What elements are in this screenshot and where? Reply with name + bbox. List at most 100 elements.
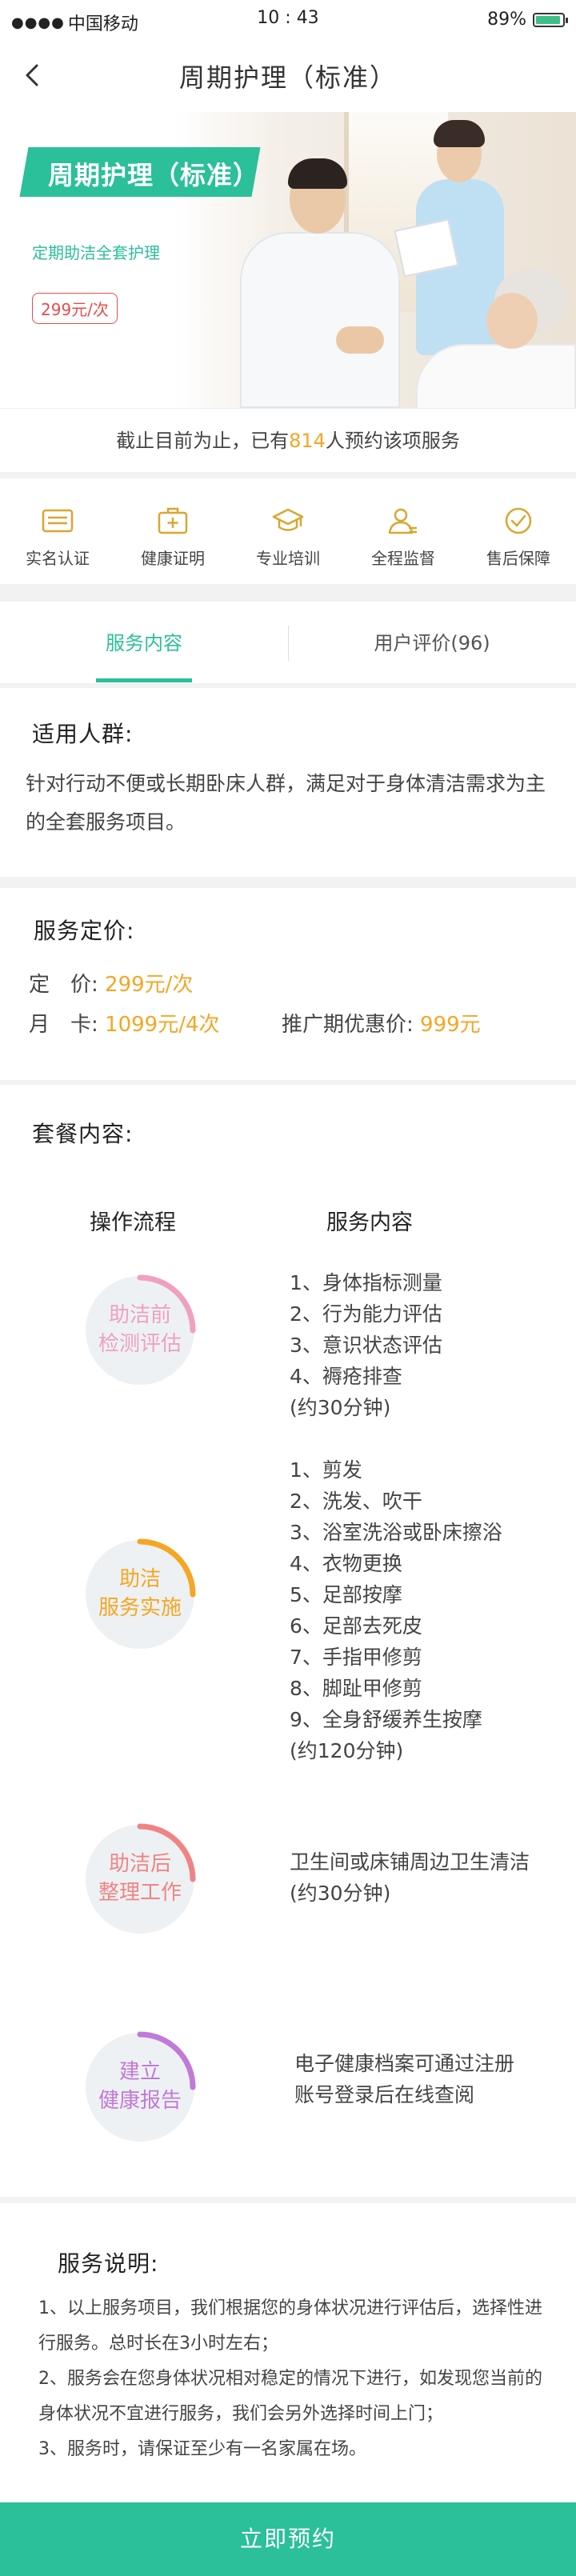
suitable-body: 针对行动不便或长期卧床人群，满足对于身体清洁需求为主的全套服务项目。 xyxy=(26,772,546,834)
suitable-title: 适用人群: xyxy=(32,721,134,747)
graduation-cap-icon xyxy=(272,508,304,531)
step-label-line1: 助洁前 xyxy=(108,1303,171,1327)
count-number: 814 xyxy=(289,430,326,452)
step-item: 2、洗发、吹干 xyxy=(290,1490,422,1513)
page-title: 周期护理（标准） xyxy=(178,62,397,93)
check-circle-icon xyxy=(505,507,532,534)
hero-price-badge: 299元/次 xyxy=(32,293,118,324)
feature-training: 专业培训 xyxy=(230,478,346,584)
explanation-title: 服务说明: xyxy=(58,2250,159,2277)
step-item: 账号登录后在线查阅 xyxy=(294,2083,475,2106)
step-label-line1: 建立 xyxy=(118,2060,161,2084)
book-now-button[interactable]: 立即预约 xyxy=(0,2502,576,2576)
hero-photo-patient xyxy=(416,344,576,408)
step-item: 1、剪发 xyxy=(290,1458,362,1482)
step-item: 3、浴室洗浴或卧床擦浴 xyxy=(290,1521,502,1544)
price-promo-label: 推广期优惠价: xyxy=(282,1013,414,1037)
hero-photo-nurse-hair xyxy=(434,120,485,147)
price-fixed: 定 价: 299元/次 xyxy=(29,968,193,998)
step-item: 5、足部按摩 xyxy=(290,1583,402,1606)
content-column-header: 服务内容 xyxy=(326,1210,413,1235)
step-label: 建立 健康报告 xyxy=(80,2058,200,2115)
feature-label: 实名认证 xyxy=(26,549,90,568)
battery-percent: 89% xyxy=(487,10,526,30)
hero-subtitle: 定期助洁全套护理 xyxy=(32,243,160,262)
price-promo: 推广期优惠价: 999元 xyxy=(282,1008,481,1038)
step-label-line2: 整理工作 xyxy=(98,1881,182,1905)
step-item: 卫生间或床铺周边卫生清洁 xyxy=(290,1850,530,1874)
step-label-line1: 助洁 xyxy=(118,1567,161,1591)
hero-photo-doctor xyxy=(240,232,400,408)
explanation-section: 服务说明: 1、以上服务项目，我们根据您的身体状况进行评估后，选择性进行服务。总… xyxy=(0,2203,576,2504)
step-label: 助洁 服务实施 xyxy=(80,1565,200,1622)
price-fixed-label: 定 价: xyxy=(29,973,98,997)
step-label: 助洁后 整理工作 xyxy=(80,1850,200,1907)
step-label-line2: 服务实施 xyxy=(98,1596,182,1620)
nav-bar: 周期护理（标准） xyxy=(0,40,576,112)
step-items: 1、身体指标测量 2、行为能力评估 3、意识状态评估 4、褥疮排查 (约30分钟… xyxy=(290,1267,442,1423)
package-section: 套餐内容: 操作流程 服务内容 助洁前 检测评估 1、身体指标测量 2、行为能力… xyxy=(0,1085,576,2197)
feature-label: 售后保障 xyxy=(486,549,550,568)
step-items: 电子健康档案可通过注册 账号登录后在线查阅 xyxy=(294,2048,514,2110)
user-supervise-icon xyxy=(388,508,417,534)
step-label-line2: 检测评估 xyxy=(98,1332,182,1356)
tab-bottom-border xyxy=(0,683,576,685)
package-title: 套餐内容: xyxy=(32,1121,134,1147)
step-label-line1: 助洁后 xyxy=(108,1852,171,1876)
explanation-note: 3、服务时，请保证至少有一名家属在场。 xyxy=(38,2439,366,2459)
medical-kit-icon xyxy=(158,507,188,534)
explanation-note: 2、服务会在您身体状况相对稳定的情况下进行，如发现您当前的身体状况不宜进行服务，… xyxy=(38,2369,542,2424)
feature-supervision: 全程监督 xyxy=(346,478,461,584)
count-prefix: 截止目前为止，已有 xyxy=(116,430,290,452)
price-monthly-value: 1099元/4次 xyxy=(105,1013,220,1037)
feature-label: 全程监督 xyxy=(371,549,435,568)
battery-info: 89% xyxy=(487,10,568,30)
tab-bar: 服务内容 用户评价(96) xyxy=(0,602,576,685)
battery-icon xyxy=(533,12,568,27)
step-item: 4、衣物更换 xyxy=(290,1552,402,1575)
count-suffix: 人预约该项服务 xyxy=(325,430,460,452)
step-label: 助洁前 检测评估 xyxy=(80,1301,200,1358)
price-promo-value: 999元 xyxy=(420,1013,481,1037)
pricing-section: 服务定价: 定 价: 299元/次 月 卡: 1099元/4次 推广期优惠价: … xyxy=(0,888,576,1080)
hero-photo-patient-face xyxy=(486,293,538,349)
feature-label: 专业培训 xyxy=(256,549,320,568)
step-item: (约30分钟) xyxy=(290,1882,391,1905)
step-item: 6、足部去死皮 xyxy=(290,1614,422,1638)
hero-photo-hand xyxy=(336,326,384,354)
step-item: 电子健康档案可通过注册 xyxy=(294,2052,515,2075)
tab-service-content[interactable]: 服务内容 xyxy=(0,602,288,685)
price-fixed-value: 299元/次 xyxy=(105,973,194,997)
step-item: 4、褥疮排查 xyxy=(290,1365,402,1388)
price-monthly: 月 卡: 1099元/4次 xyxy=(29,1008,220,1038)
feature-label: 健康证明 xyxy=(141,549,205,568)
price-monthly-label: 月 卡: xyxy=(29,1013,98,1037)
step-item: 3、意识状态评估 xyxy=(290,1334,442,1357)
step-item: 1、身体指标测量 xyxy=(290,1271,442,1294)
id-card-icon xyxy=(42,509,74,533)
hero-tag: 周期护理（标准） xyxy=(48,160,260,190)
step-item: 8、脚趾甲修剪 xyxy=(290,1677,422,1700)
step-label-line2: 健康报告 xyxy=(98,2089,182,2113)
feature-real-name: 实名认证 xyxy=(0,478,115,584)
explanation-notes: 1、以上服务项目，我们根据您的身体状况进行评估后，选择性进行服务。总时长在3小时… xyxy=(38,2291,550,2467)
step-item: (约120分钟) xyxy=(290,1739,404,1762)
step-item: 7、手指甲修剪 xyxy=(290,1646,422,1669)
status-bar: ●●●● 中国移动 10 : 43 89% xyxy=(0,0,576,40)
feature-health-cert: 健康证明 xyxy=(115,478,230,584)
step-item: (约30分钟) xyxy=(290,1396,391,1419)
active-tab-indicator xyxy=(96,678,192,682)
suitable-section: 适用人群: 针对行动不便或长期卧床人群，满足对于身体清洁需求为主的全套服务项目。 xyxy=(0,688,576,877)
step-items: 卫生间或床铺周边卫生清洁 (约30分钟) xyxy=(290,1846,530,1909)
step-item: 2、行为能力评估 xyxy=(290,1302,442,1326)
hero-banner: 周期护理（标准） 定期助洁全套护理 299元/次 xyxy=(0,112,576,408)
tab-user-reviews[interactable]: 用户评价(96) xyxy=(288,602,576,685)
step-item: 9、全身舒缓养生按摩 xyxy=(290,1708,482,1731)
booking-count: 截止目前为止，已有814人预约该项服务 xyxy=(0,408,576,472)
pricing-title: 服务定价: xyxy=(34,918,135,944)
step-items: 1、剪发 2、洗发、吹干 3、浴室洗浴或卧床擦浴 4、衣物更换 5、足部按摩 6… xyxy=(290,1454,502,1766)
explanation-note: 1、以上服务项目，我们根据您的身体状况进行评估后，选择性进行服务。总时长在3小时… xyxy=(38,2298,542,2354)
feature-after-sales: 售后保障 xyxy=(461,478,576,584)
process-column-header: 操作流程 xyxy=(90,1210,176,1235)
feature-guarantees: 实名认证 健康证明 专业培训 全程监督 售后保障 xyxy=(0,478,576,584)
